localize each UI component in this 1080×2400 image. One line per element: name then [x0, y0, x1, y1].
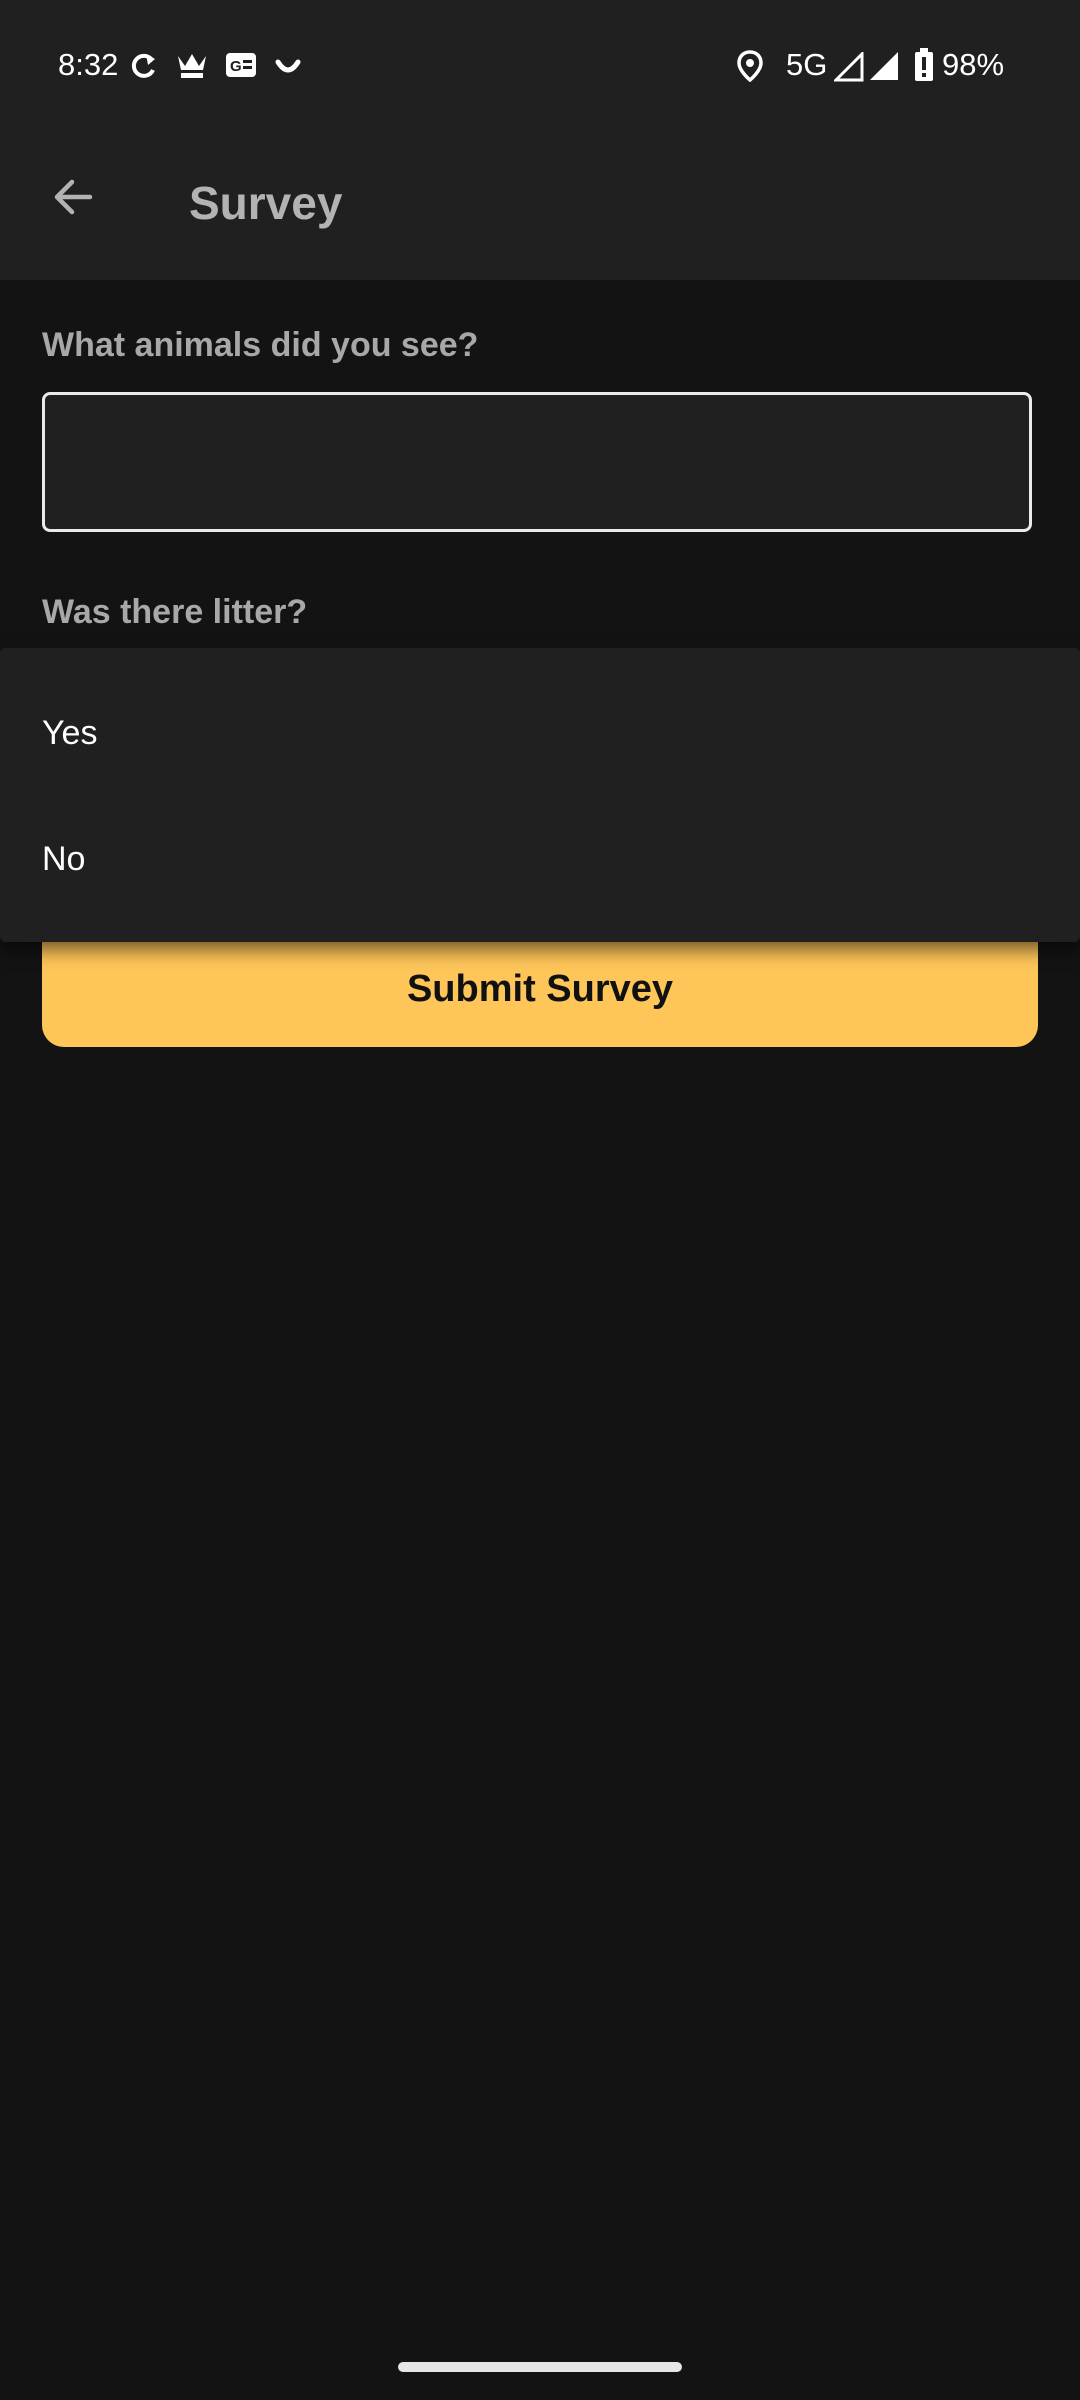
arrow-back-icon — [54, 179, 93, 215]
signal-icon — [832, 50, 900, 87]
litter-dropdown-menu: Yes No — [0, 648, 1080, 942]
back-button[interactable] — [40, 163, 108, 231]
fool-app-icon — [175, 50, 209, 85]
option-label: Yes — [42, 713, 98, 752]
home-indicator[interactable] — [398, 2362, 682, 2372]
litter-question-label: Was there litter? — [42, 593, 308, 631]
status-time: 8:32 — [58, 47, 119, 82]
status-bar: 8:32 G 5G 98% — [0, 0, 1080, 133]
app-bar: Survey — [0, 133, 1080, 280]
smile-icon — [274, 58, 302, 81]
battery-icon — [914, 48, 934, 87]
battery-percent: 98% — [942, 47, 1005, 82]
location-icon — [737, 50, 763, 87]
dropdown-option-no[interactable]: No — [0, 796, 1080, 922]
svg-text:G: G — [230, 58, 242, 75]
sync-icon — [128, 48, 158, 87]
page-title: Survey — [189, 177, 343, 229]
option-label: No — [42, 839, 86, 878]
dropdown-option-yes[interactable]: Yes — [0, 670, 1080, 796]
news-card-icon: G — [225, 52, 257, 83]
animals-question-label: What animals did you see? — [42, 326, 479, 364]
animals-input[interactable] — [42, 392, 1032, 532]
submit-button-label: Submit Survey — [406, 968, 674, 1010]
network-type: 5G — [786, 47, 828, 82]
